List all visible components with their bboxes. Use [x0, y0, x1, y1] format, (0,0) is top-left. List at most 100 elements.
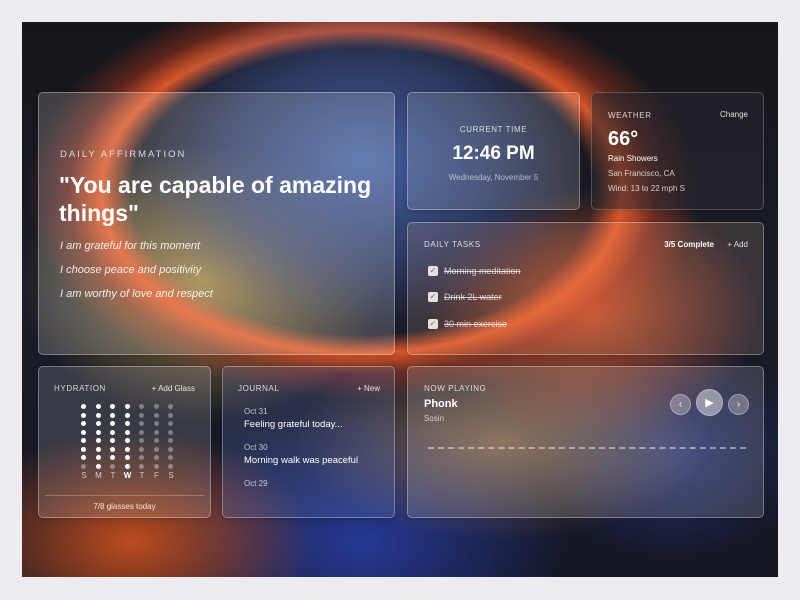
glass-dot — [124, 412, 130, 418]
glass-dot — [110, 455, 115, 460]
glass-dot — [139, 463, 144, 469]
checkbox-checked-icon[interactable]: ✓ — [428, 266, 438, 276]
glass-dot — [153, 404, 159, 409]
weather-location: San Francisco, CA — [608, 169, 675, 178]
affirmation-card: DAILY AFFIRMATION "You are capable of am… — [38, 92, 395, 355]
task-text: Morning meditation — [444, 266, 521, 276]
glass-dot — [168, 463, 173, 469]
weather-condition: Rain Showers — [608, 154, 658, 163]
weather-wind: Wind: 13 to 22 mph S — [608, 184, 685, 193]
task-text: Drink 2L water — [444, 292, 502, 302]
chevron-right-icon: › — [736, 399, 741, 410]
hydration-grid — [79, 404, 175, 469]
add-glass-button[interactable]: + Add Glass — [152, 384, 195, 393]
glass-dot — [95, 412, 101, 418]
journal-card: JOURNAL + New Oct 31 Feeling grateful to… — [222, 366, 395, 518]
journal-entries[interactable]: Oct 31 Feeling grateful today... Oct 30 … — [244, 407, 384, 495]
checkbox-checked-icon[interactable]: ✓ — [428, 319, 438, 329]
task-item[interactable]: ✓ Drink 2L water — [428, 291, 502, 303]
time-card: CURRENT TIME 12:46 PM Wednesday, Novembe… — [407, 92, 580, 210]
change-location-button[interactable]: Change — [720, 110, 748, 119]
audio-waveform — [428, 447, 746, 450]
glass-dot — [110, 421, 115, 426]
entry-text: Feeling grateful today... — [244, 419, 343, 430]
hydration-label: HYDRATION — [54, 384, 106, 393]
day-label: T — [110, 471, 116, 480]
journal-entry[interactable]: Oct 29 — [244, 479, 384, 488]
glass-dot — [124, 421, 130, 426]
glass-dot — [124, 446, 130, 452]
glass-dot — [168, 446, 173, 452]
hydration-summary: 7/8 glasses today — [45, 495, 204, 517]
glass-dot — [124, 463, 130, 469]
glass-dot — [153, 446, 159, 452]
dashboard-screen: DAILY AFFIRMATION "You are capable of am… — [22, 22, 778, 577]
hydration-card: HYDRATION + Add Glass SMTWTFS 7/8 glasse… — [38, 366, 211, 518]
day-label: T — [139, 471, 145, 480]
play-icon: ▶ — [705, 397, 714, 409]
day-label: S — [81, 471, 87, 480]
glass-dot — [124, 404, 130, 409]
glass-dot — [139, 429, 144, 435]
now-playing-label: NOW PLAYING — [424, 384, 487, 393]
affirmation-line: I am worthy of love and respect — [60, 288, 213, 300]
glass-dot — [153, 455, 159, 460]
glass-dot — [110, 412, 115, 418]
glass-dot — [124, 429, 130, 435]
journal-entry[interactable]: Oct 30 Morning walk was peaceful — [244, 443, 384, 466]
glass-dot — [153, 463, 159, 469]
glass-dot — [95, 463, 101, 469]
glass-dot — [81, 412, 86, 418]
glass-dot — [139, 438, 144, 443]
glass-dot — [139, 446, 144, 452]
glass-dot — [95, 446, 101, 452]
glass-dot — [95, 421, 101, 426]
glass-dot — [139, 421, 144, 426]
glass-dot — [124, 455, 130, 460]
now-playing-card: NOW PLAYING Phonk Sosin ‹ ▶ › — [407, 366, 764, 518]
journal-label: JOURNAL — [238, 384, 280, 393]
glass-dot — [139, 412, 144, 418]
glass-dot — [124, 438, 130, 443]
glass-dot — [95, 429, 101, 435]
checkbox-checked-icon[interactable]: ✓ — [428, 292, 438, 302]
glass-dot — [110, 404, 115, 409]
glass-dot — [168, 404, 173, 409]
glass-dot — [95, 438, 101, 443]
add-task-button[interactable]: + Add — [727, 240, 748, 249]
glass-dot — [110, 438, 115, 443]
entry-text: Morning walk was peaceful — [244, 455, 359, 466]
glass-dot — [168, 421, 173, 426]
glass-dot — [95, 404, 101, 409]
glass-dot — [139, 455, 144, 460]
glass-dot — [153, 438, 159, 443]
journal-entry[interactable]: Oct 31 Feeling grateful today... — [244, 407, 384, 430]
glass-dot — [153, 421, 159, 426]
day-label: W — [123, 471, 132, 480]
weather-card: WEATHER Change 66° Rain Showers San Fran… — [591, 92, 764, 210]
chevron-left-icon: ‹ — [678, 399, 683, 410]
task-item[interactable]: ✓ Morning meditation — [428, 265, 521, 277]
affirmation-quote: "You are capable of amazing things" — [59, 172, 372, 226]
new-journal-button[interactable]: + New — [357, 384, 380, 393]
glass-dot — [168, 429, 173, 435]
entry-date: Oct 30 — [244, 443, 268, 452]
song-artist: Sosin — [424, 414, 445, 423]
play-button[interactable]: ▶ — [696, 389, 723, 416]
glass-dot — [110, 429, 115, 435]
glass-dot — [81, 429, 86, 435]
glass-dot — [81, 463, 86, 469]
glass-dot — [110, 446, 115, 452]
affirmation-line: I choose peace and positivity — [60, 264, 202, 276]
day-label: F — [154, 471, 159, 480]
task-item[interactable]: ✓ 30 min exercise — [428, 318, 507, 330]
next-track-button[interactable]: › — [728, 394, 749, 415]
song-title: Phonk — [424, 398, 458, 410]
glass-dot — [81, 421, 86, 426]
day-label: M — [95, 471, 102, 480]
temperature: 66° — [608, 128, 639, 150]
entry-date: Oct 31 — [244, 407, 268, 416]
glass-dot — [81, 438, 86, 443]
previous-track-button[interactable]: ‹ — [670, 394, 691, 415]
glass-dot — [139, 404, 144, 409]
